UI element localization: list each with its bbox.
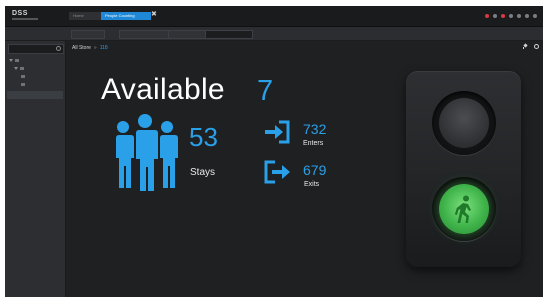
folder-icon xyxy=(20,67,24,71)
tree-node-channel-2[interactable] xyxy=(21,82,27,88)
exits-value: 679 xyxy=(303,162,327,178)
exits-label: Exits xyxy=(304,181,320,188)
view-actions xyxy=(523,44,539,49)
stays-label: Stays xyxy=(190,167,216,178)
available-value: 7 xyxy=(257,75,274,107)
tab-people-counting[interactable]: People Counting xyxy=(101,12,151,20)
app-window: DSS Home People Counting ✖ All Store » 1… xyxy=(5,6,543,297)
device-tree-panel xyxy=(5,41,66,297)
subtab-4[interactable] xyxy=(205,30,253,39)
breadcrumb-separator: » xyxy=(93,45,97,51)
expand-icon[interactable] xyxy=(9,59,13,63)
expand-icon[interactable] xyxy=(14,67,18,71)
alarm-icon[interactable] xyxy=(485,13,489,18)
enters-label: Enters xyxy=(303,140,324,147)
go-lamp xyxy=(439,184,489,234)
folder-icon xyxy=(15,59,19,63)
close-icon[interactable] xyxy=(533,13,537,18)
enters-value: 732 xyxy=(303,121,327,137)
camera-icon xyxy=(21,83,25,87)
tree-node-selected[interactable] xyxy=(7,91,63,99)
breadcrumb-count: 118 xyxy=(99,45,108,51)
tree-node-channel-1[interactable] xyxy=(21,74,27,80)
user-icon[interactable] xyxy=(493,13,497,18)
subtab-1[interactable] xyxy=(71,30,105,39)
people-counting-view: All Store» 118 Available 7 53 Stays 732 … xyxy=(66,41,543,297)
tab-home[interactable]: Home xyxy=(69,12,101,20)
settings-icon[interactable] xyxy=(509,13,513,18)
sub-toolbar xyxy=(5,27,543,41)
app-logo: DSS xyxy=(12,10,28,17)
close-tab-icon[interactable]: ✖ xyxy=(151,10,157,18)
top-bar: DSS Home People Counting ✖ xyxy=(5,6,543,27)
subtab-3[interactable] xyxy=(168,30,206,39)
enter-icon xyxy=(265,120,290,144)
tree-node-group[interactable] xyxy=(14,66,26,72)
walking-person-icon xyxy=(454,195,471,223)
system-tray xyxy=(485,12,537,19)
stays-value: 53 xyxy=(189,122,218,152)
stop-lamp xyxy=(439,98,489,148)
breadcrumb: All Store» 118 xyxy=(72,45,108,51)
stop-lamp-housing xyxy=(432,91,496,155)
available-label: Available xyxy=(101,73,225,106)
minimize-icon[interactable] xyxy=(517,13,521,18)
tree-node-root[interactable] xyxy=(9,58,21,64)
camera-icon xyxy=(21,75,25,79)
search-icon xyxy=(56,46,61,51)
gear-icon[interactable] xyxy=(534,44,539,49)
subtab-2[interactable] xyxy=(119,30,171,39)
traffic-light xyxy=(406,71,521,267)
breadcrumb-area[interactable]: All Store xyxy=(72,45,91,51)
maximize-icon[interactable] xyxy=(525,13,529,18)
tree-search-input[interactable] xyxy=(8,44,64,54)
people-icon xyxy=(115,114,178,191)
notification-icon[interactable] xyxy=(501,13,505,18)
pin-icon[interactable] xyxy=(523,44,528,49)
exit-icon xyxy=(264,160,290,184)
logo-underline xyxy=(12,18,38,20)
go-lamp-housing xyxy=(432,177,496,241)
